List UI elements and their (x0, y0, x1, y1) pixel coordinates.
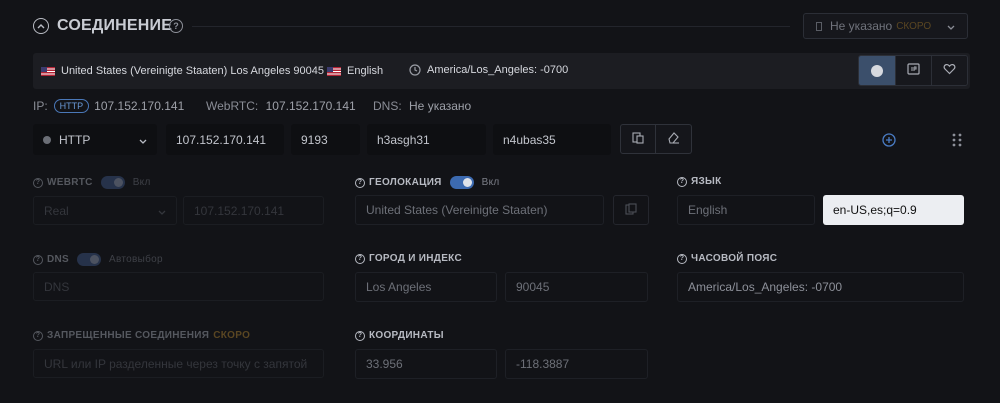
ip-proto-badge: HTTP (53, 99, 90, 113)
add-icon[interactable] (882, 133, 896, 150)
dns-toggle[interactable] (77, 253, 102, 266)
webrtc-ip-input[interactable]: 107.152.170.141 (183, 196, 324, 225)
view-button-group (858, 55, 968, 86)
info-location-text: United States (Vereinigte Staaten) Los A… (61, 65, 324, 77)
circle-icon (871, 64, 883, 77)
city-label-text: ГОРОД И ИНДЕКС (369, 253, 462, 264)
help-icon: ? (677, 176, 687, 187)
dns-label: ? DNS Автовыбор (33, 253, 163, 266)
help-icon: ? (355, 177, 365, 188)
help-icon: ? (355, 253, 365, 264)
blocked-soon-badge: СКОРО (213, 330, 251, 341)
flag-icon (41, 66, 55, 76)
proxy-actions (620, 124, 692, 154)
proxy-password-input[interactable]: n4ubas35 (493, 124, 611, 155)
ip-status: IP: HTTP 107.152.170.141 (33, 99, 184, 113)
info-location: United States (Vereinigte Staaten) Los A… (41, 65, 324, 77)
webrtc-toggle[interactable] (100, 176, 125, 189)
help-icon: ? (33, 330, 43, 341)
ip-label: IP: (33, 99, 48, 113)
lang-label: ? ЯЗЫК (677, 176, 722, 187)
help-icon[interactable]: ? (169, 19, 183, 33)
copy-button[interactable] (620, 124, 656, 154)
dns-toggle-text: Автовыбор (109, 254, 163, 265)
dns-status-label: DNS: (373, 99, 402, 113)
help-icon: ? (677, 253, 687, 264)
zip-input[interactable]: 90045 (505, 272, 648, 302)
geo-toggle-text: Вкл (481, 177, 500, 188)
dns-status: DNS: Не указано (373, 99, 471, 113)
lang-name-input[interactable]: English (677, 195, 815, 225)
lang-label-text: ЯЗЫК (691, 176, 722, 187)
blocked-label-text: ЗАПРЕЩЕННЫЕ СОЕДИНЕНИЯ (47, 330, 210, 341)
proxy-type-select[interactable]: HTTP (33, 124, 157, 155)
dns-label-text: DNS (47, 254, 70, 265)
help-icon: ? (33, 177, 43, 188)
webrtc-mode-select[interactable]: Real (33, 196, 177, 225)
section-title: СОЕДИНЕНИЕ (57, 17, 173, 34)
timezone-input[interactable]: America/Los_Angeles: -0700 (677, 272, 964, 302)
info-language-text: English (347, 65, 384, 77)
geo-label: ? ГЕОЛОКАЦИЯ Вкл (355, 176, 500, 189)
geo-toggle[interactable] (449, 176, 474, 189)
heart-icon (943, 63, 956, 78)
favorite-button[interactable] (931, 56, 967, 85)
webrtc-status-label: WebRTC: (206, 99, 259, 113)
collapse-chevron-icon[interactable] (33, 18, 49, 34)
proxy-port-input[interactable]: 9193 (291, 124, 360, 155)
chevron-down-icon (158, 204, 166, 218)
blocked-label: ? ЗАПРЕЩЕННЫЕ СОЕДИНЕНИЯ СКОРО (33, 330, 250, 341)
ip-badge-button[interactable] (895, 56, 931, 85)
webrtc-mode-value: Real (44, 203, 69, 218)
blocked-input[interactable]: URL или IP разделенные через точку с зап… (33, 349, 324, 378)
timezone-label-text: ЧАСОВОЙ ПОЯС (691, 253, 778, 264)
eraser-icon (667, 131, 680, 147)
webrtc-status: WebRTC: 107.152.170.141 (206, 99, 356, 113)
timezone-label: ? ЧАСОВОЙ ПОЯС (677, 253, 777, 264)
flag-icon (327, 66, 341, 76)
proxy-host-input[interactable]: 107.152.170.141 (166, 124, 284, 155)
dns-status-value: Не указано (409, 99, 472, 113)
select-lock-icon (816, 21, 822, 31)
city-input[interactable]: Los Angeles (355, 272, 497, 302)
webrtc-label: ? WEBRTC Вкл (33, 176, 151, 189)
info-timezone: America/Los_Angeles: -0700 (409, 64, 568, 76)
geo-label-text: ГЕОЛОКАЦИЯ (369, 177, 442, 188)
ip-value: 107.152.170.141 (94, 99, 185, 113)
coords-label-text: КООРДИНАТЫ (369, 330, 444, 341)
info-language: English (327, 65, 383, 77)
geo-copy-button[interactable] (613, 195, 649, 225)
help-icon: ? (33, 254, 43, 265)
select-soon-badge: СКОРО (896, 20, 932, 32)
copy-icon (625, 202, 637, 218)
ip-badge-icon (907, 63, 920, 78)
chevron-down-icon (947, 19, 955, 33)
header-divider (192, 26, 790, 27)
geo-country-input[interactable]: United States (Vereinigte Staaten) (355, 195, 604, 225)
proxy-login-input[interactable]: h3asgh31 (367, 124, 486, 155)
clock-icon (409, 64, 421, 76)
coords-label: ? КООРДИНАТЫ (355, 330, 444, 341)
info-timezone-text: America/Los_Angeles: -0700 (427, 64, 569, 76)
chevron-down-icon (139, 133, 147, 147)
clear-button[interactable] (656, 124, 692, 154)
connection-select[interactable]: Не указано СКОРО (803, 13, 968, 39)
latitude-input[interactable]: 33.956 (355, 349, 497, 379)
copy-icon (631, 131, 645, 147)
select-label: Не указано (830, 19, 893, 33)
lang-code-input[interactable]: en-US,es;q=0.9 (823, 195, 964, 225)
longitude-input[interactable]: -118.3887 (505, 349, 648, 379)
webrtc-status-value: 107.152.170.141 (265, 99, 356, 113)
proxy-type-value: HTTP (59, 132, 91, 147)
city-label: ? ГОРОД И ИНДЕКС (355, 253, 462, 264)
proxy-status-dot (43, 135, 51, 144)
status-circle-button[interactable] (859, 56, 895, 85)
webrtc-label-text: WEBRTC (47, 177, 93, 188)
webrtc-toggle-text: Вкл (132, 177, 151, 188)
drag-handle-icon[interactable] (952, 133, 962, 150)
help-icon: ? (355, 330, 365, 341)
dns-input[interactable]: DNS (33, 272, 324, 301)
